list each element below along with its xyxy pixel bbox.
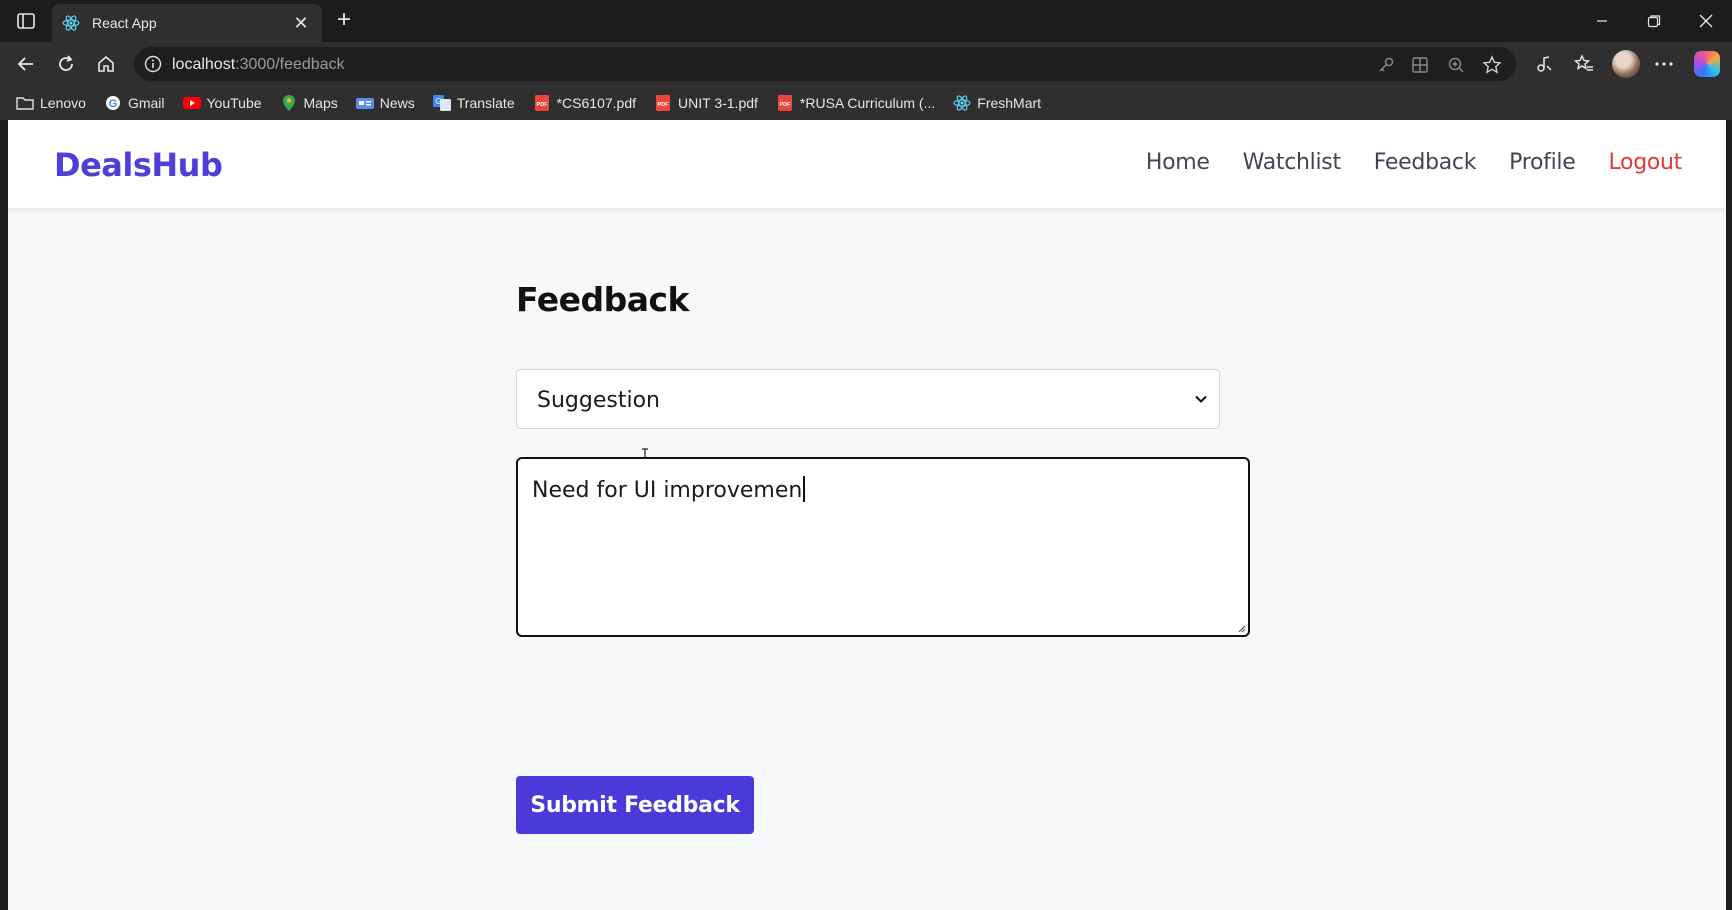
page-title: Feedback bbox=[516, 280, 690, 319]
window-controls bbox=[1576, 0, 1732, 42]
read-aloud-icon[interactable] bbox=[1532, 52, 1556, 76]
bookmark-youtube[interactable]: YouTube bbox=[182, 94, 262, 112]
browser-tab[interactable]: React App ✕ bbox=[52, 4, 322, 42]
pdf-icon: PDF bbox=[776, 94, 794, 112]
url-text: localhost:3000/feedback bbox=[172, 56, 345, 74]
new-tab-icon[interactable]: + bbox=[332, 8, 356, 33]
textarea-value: Need for UI improvemen bbox=[532, 476, 806, 503]
address-bar[interactable]: localhost:3000/feedback bbox=[134, 47, 1516, 81]
copilot-icon[interactable] bbox=[1694, 51, 1720, 77]
bookmark-lenovo[interactable]: Lenovo bbox=[16, 94, 86, 112]
bookmark-label: YouTube bbox=[206, 95, 262, 111]
more-options-icon[interactable] bbox=[1652, 52, 1676, 76]
tab-actions-icon[interactable] bbox=[14, 11, 38, 31]
nav-links: Home Watchlist Feedback Profile Logout bbox=[1113, 150, 1682, 175]
bookmark-label: Maps bbox=[303, 95, 338, 111]
nav-logout-link[interactable]: Logout bbox=[1608, 150, 1682, 175]
bookmark-label: News bbox=[379, 95, 415, 111]
svg-text:PDF: PDF bbox=[779, 102, 791, 108]
folder-icon bbox=[16, 94, 34, 112]
zoom-icon[interactable] bbox=[1446, 55, 1466, 75]
favorite-star-icon[interactable] bbox=[1482, 55, 1502, 75]
url-host: localhost bbox=[172, 56, 236, 73]
svg-text:PDF: PDF bbox=[658, 102, 670, 108]
message-text: Need for UI improvemen bbox=[532, 478, 803, 503]
bookmark-translate[interactable]: G Translate bbox=[432, 94, 515, 112]
select-value: Suggestion bbox=[537, 388, 660, 413]
restore-icon[interactable] bbox=[1628, 0, 1680, 42]
close-window-icon[interactable] bbox=[1680, 0, 1732, 42]
favorites-icon[interactable] bbox=[1572, 52, 1596, 76]
bookmarks-bar: Lenovo G Gmail YouTube Maps News G Trans… bbox=[0, 86, 1732, 120]
nav-home-link[interactable]: Home bbox=[1146, 150, 1210, 175]
bookmark-label: Lenovo bbox=[40, 95, 86, 111]
svg-text:G: G bbox=[435, 97, 441, 106]
bookmark-rusa[interactable]: PDF *RUSA Curriculum (... bbox=[776, 94, 935, 112]
bookmark-maps[interactable]: Maps bbox=[280, 94, 338, 112]
submit-feedback-button[interactable]: Submit Feedback bbox=[516, 776, 754, 834]
key-icon[interactable] bbox=[1376, 55, 1396, 75]
page-viewport: DealsHub Home Watchlist Feedback Profile… bbox=[8, 120, 1726, 910]
bookmark-label: *RUSA Curriculum (... bbox=[799, 95, 936, 111]
resize-handle-icon[interactable] bbox=[1236, 623, 1246, 633]
bookmark-label: FreshMart bbox=[977, 95, 1042, 111]
profile-avatar[interactable] bbox=[1612, 50, 1640, 78]
back-icon[interactable] bbox=[14, 52, 38, 76]
react-icon bbox=[62, 14, 80, 32]
url-path: :3000/feedback bbox=[235, 56, 345, 73]
maps-icon bbox=[280, 94, 298, 112]
home-icon[interactable] bbox=[94, 52, 118, 76]
app-navbar: DealsHub Home Watchlist Feedback Profile… bbox=[8, 120, 1726, 208]
minimize-icon[interactable] bbox=[1576, 0, 1628, 42]
apps-icon[interactable] bbox=[1410, 55, 1430, 75]
browser-toolbar: localhost:3000/feedback bbox=[0, 42, 1732, 86]
nav-watchlist-link[interactable]: Watchlist bbox=[1243, 150, 1341, 175]
text-caret bbox=[803, 476, 806, 502]
bookmark-label: UNIT 3-1.pdf bbox=[678, 95, 758, 111]
refresh-icon[interactable] bbox=[54, 52, 78, 76]
svg-text:PDF: PDF bbox=[536, 102, 548, 108]
pdf-icon: PDF bbox=[533, 94, 551, 112]
chevron-down-icon bbox=[1195, 395, 1207, 403]
bookmark-label: *CS6107.pdf bbox=[556, 95, 637, 111]
bookmark-gmail[interactable]: G Gmail bbox=[104, 94, 165, 112]
google-icon: G bbox=[104, 94, 122, 112]
tab-title: React App bbox=[92, 15, 157, 31]
site-info-icon[interactable] bbox=[144, 55, 162, 73]
translate-icon: G bbox=[432, 94, 451, 112]
bookmark-cs6107[interactable]: PDF *CS6107.pdf bbox=[533, 94, 636, 112]
brand-logo[interactable]: DealsHub bbox=[54, 146, 223, 184]
feedback-message-textarea[interactable]: Need for UI improvemen bbox=[516, 457, 1250, 637]
svg-text:G: G bbox=[109, 98, 118, 110]
nav-profile-link[interactable]: Profile bbox=[1509, 150, 1576, 175]
feedback-form: Feedback Suggestion Need for UI improvem… bbox=[516, 280, 1256, 834]
pdf-icon: PDF bbox=[654, 94, 672, 112]
nav-feedback-link[interactable]: Feedback bbox=[1374, 150, 1477, 175]
feedback-type-select[interactable]: Suggestion bbox=[516, 369, 1220, 429]
close-tab-icon[interactable]: ✕ bbox=[290, 13, 312, 33]
bookmark-unit3[interactable]: PDF UNIT 3-1.pdf bbox=[654, 94, 758, 112]
bookmark-label: Translate bbox=[456, 95, 515, 111]
browser-tab-bar: React App ✕ + bbox=[0, 0, 1732, 42]
youtube-icon bbox=[182, 94, 201, 112]
news-icon bbox=[355, 94, 374, 112]
bookmark-freshmart[interactable]: FreshMart bbox=[953, 94, 1041, 112]
react-icon bbox=[953, 94, 971, 112]
bookmark-label: Gmail bbox=[127, 95, 165, 111]
bookmark-news[interactable]: News bbox=[355, 94, 415, 112]
